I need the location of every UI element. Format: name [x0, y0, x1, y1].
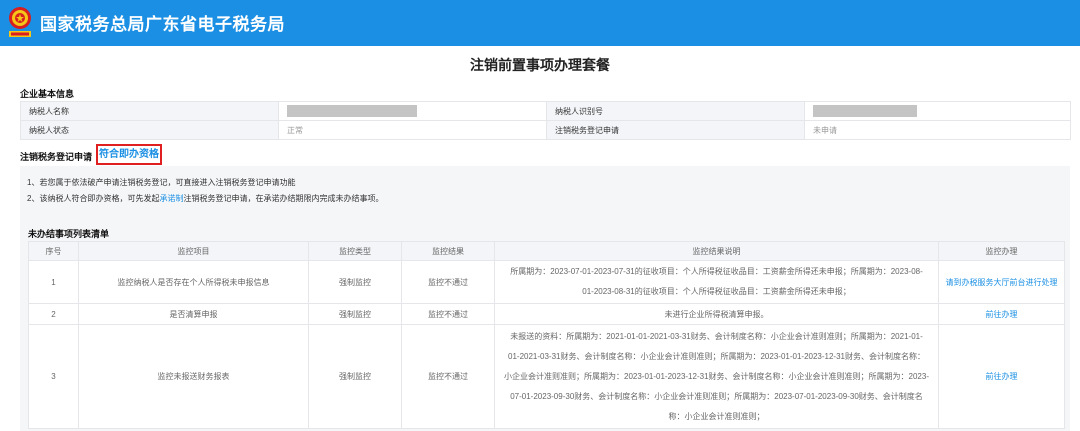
row-no: 1	[28, 260, 79, 304]
table-row: 2 是否清算申报 强制监控 监控不通过 未进行企业所得税清算申报。 前往办理	[28, 303, 1065, 325]
page-title: 注销前置事项办理套餐	[470, 57, 610, 73]
row-type: 强制监控	[308, 303, 402, 325]
row-item: 监控未报送财务报表	[78, 324, 309, 429]
cancel-application-value: 未申请	[804, 120, 1071, 140]
taxpayer-name-value	[278, 101, 547, 121]
row-no: 2	[28, 303, 79, 325]
site-title: 国家税务总局广东省电子税务局	[40, 15, 285, 34]
taxpayer-status-label: 纳税人状态	[20, 120, 279, 140]
desc-line: 称：小企业会计准则准则；	[668, 411, 765, 421]
col-header-type: 监控类型	[308, 241, 402, 261]
row-item: 是否清算申报	[78, 303, 309, 325]
row-item: 监控纳税人是否存在个人所得税未申报信息	[78, 260, 309, 304]
redacted-taxpayer-name	[287, 105, 417, 117]
row-desc: 未进行企业所得税清算申报。	[494, 303, 939, 325]
commitment-system-link[interactable]: 承诺制	[159, 194, 183, 203]
row-type: 强制监控	[308, 324, 402, 429]
desc-line: 07-01-2023-09-30财务、会计制度名称：小企业会计准则准则；所属期为…	[510, 391, 923, 401]
info-row-status: 纳税人状态 正常 注销税务登记申请 未申请	[20, 120, 1071, 140]
row-result: 监控不通过	[401, 324, 495, 429]
col-header-desc: 监控结果说明	[494, 241, 939, 261]
info-row-name: 纳税人名称 纳税人识别号	[20, 101, 1071, 121]
note-commitment-prefix: 2、该纳税人符合即办资格，可先发起	[27, 194, 160, 203]
row-action-link[interactable]: 前往办理	[938, 324, 1065, 429]
taxpayer-id-value	[804, 101, 1071, 121]
row-desc: 所属期为：2023-07-01-2023-07-31的征收项目：个人所得税征收品…	[494, 260, 939, 304]
desc-line: 未报送的资料：所属期为：2021-01-01-2021-03-31财务、会计制度…	[510, 331, 923, 341]
pending-list-title: 未办结事项列表清单	[28, 229, 110, 239]
taxpayer-status-value: 正常	[278, 120, 547, 140]
row-result: 监控不通过	[401, 260, 495, 304]
desc-line: 小企业会计准则准则；所属期为：2023-01-01-2023-12-31财务、会…	[504, 371, 929, 381]
table-row: 3 监控未报送财务报表 强制监控 监控不通过 未报送的资料：所属期为：2021-…	[28, 324, 1065, 429]
note-bankruptcy: 1、若您属于依法破产申请注销税务登记，可直接进入注销税务登记申请功能	[27, 178, 296, 187]
qualification-badge: 符合即办资格	[96, 144, 162, 165]
row-type: 强制监控	[308, 260, 402, 304]
cancel-section-title: 注销税务登记申请	[20, 152, 93, 162]
pending-items-table: 序号 监控项目 监控类型 监控结果 监控结果说明 监控办理 1 监控纳税人是否存…	[28, 241, 1065, 429]
taxpayer-id-label: 纳税人识别号	[546, 101, 805, 121]
desc-line: 所属期为：2023-07-01-2023-07-31的征收项目：个人所得税征收品…	[510, 267, 923, 276]
cancel-application-label: 注销税务登记申请	[546, 120, 805, 140]
desc-line: 01-2021-03-31财务、会计制度名称：小企业会计准则准则；所属期为：20…	[508, 351, 925, 361]
note-commitment: 2、该纳税人符合即办资格，可先发起承诺制注销税务登记申请，在承诺办结期限内完成未…	[27, 193, 383, 204]
header-bar: 国家税务总局广东省电子税务局	[0, 0, 1080, 46]
note-commitment-suffix: 注销税务登记申请，在承诺办结期限内完成未办结事项。	[183, 194, 384, 203]
basic-info-title: 企业基本信息	[20, 89, 75, 99]
table-header-row: 序号 监控项目 监控类型 监控结果 监控结果说明 监控办理	[28, 241, 1065, 261]
row-desc: 未报送的资料：所属期为：2021-01-01-2021-03-31财务、会计制度…	[494, 324, 939, 429]
row-action-link[interactable]: 前往办理	[938, 303, 1065, 325]
tax-bureau-emblem-icon	[9, 7, 31, 37]
col-header-result: 监控结果	[401, 241, 495, 261]
row-action-link[interactable]: 请到办税服务大厅前台进行处理	[938, 260, 1065, 304]
row-no: 3	[28, 324, 79, 429]
desc-line: 01-2023-08-31的征收项目：个人所得税征收品目：工资薪金所得还未申报；	[582, 287, 851, 296]
redacted-taxpayer-id	[813, 105, 917, 117]
col-header-no: 序号	[28, 241, 79, 261]
taxpayer-name-label: 纳税人名称	[20, 101, 279, 121]
col-header-action: 监控办理	[938, 241, 1065, 261]
basic-info-table: 纳税人名称 纳税人识别号 纳税人状态 正常 注销税务登记申请 未申请	[20, 101, 1071, 140]
col-header-item: 监控项目	[78, 241, 309, 261]
row-result: 监控不通过	[401, 303, 495, 325]
table-row: 1 监控纳税人是否存在个人所得税未申报信息 强制监控 监控不通过 所属期为：20…	[28, 260, 1065, 304]
